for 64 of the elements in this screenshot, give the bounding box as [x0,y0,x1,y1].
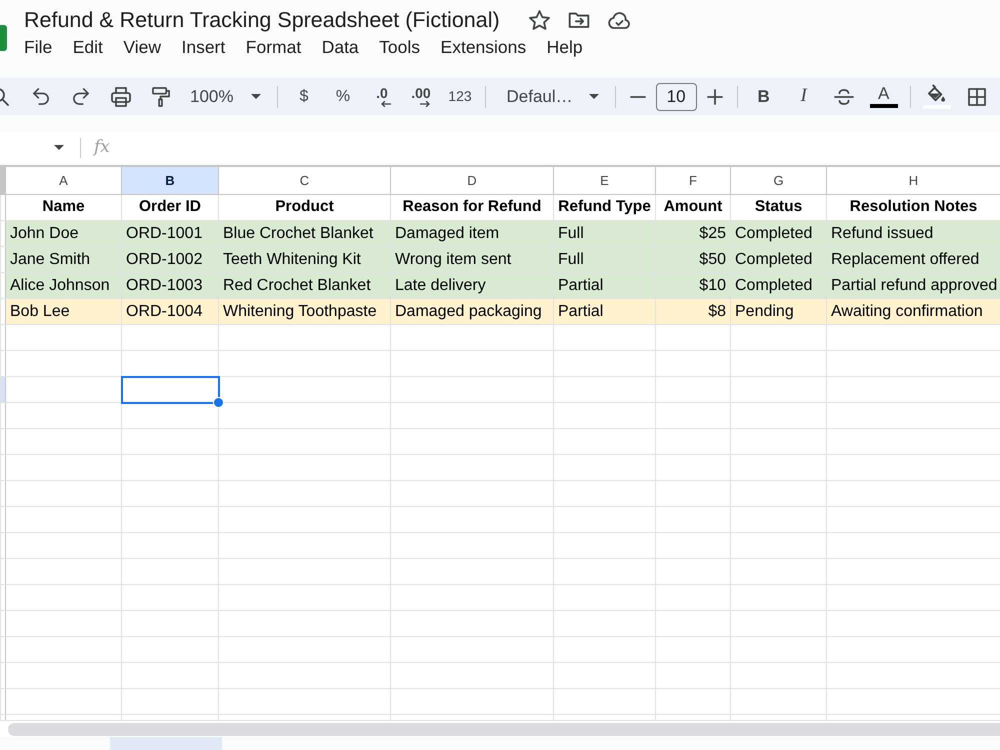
header-cell: Status [730,194,826,220]
menu-item[interactable]: File [24,36,52,58]
column-letter[interactable]: D [390,166,554,194]
table-cell: ORD-1004 [122,298,218,324]
paint-bucket-icon[interactable] [927,84,946,103]
text-color-button[interactable]: A [868,82,900,112]
table-cell: Damaged packaging [390,298,554,324]
header-cell: Resolution Notes [826,194,1000,220]
arrow-right-icon[interactable] [420,101,430,107]
format-button[interactable]: $ [288,82,320,112]
table-cell: Partial [554,298,656,324]
decrease-decimals-button[interactable]: .0 [366,82,398,112]
menu-item[interactable]: Insert [181,36,226,58]
header-cell: Amount [656,194,730,220]
print-icon[interactable] [111,86,131,106]
document-title[interactable]: Refund & Return Tracking Spreadsheet (Fictional) [24,7,500,33]
table-cell: Pending [730,298,826,324]
formula-label: fx [94,136,110,159]
column-letter[interactable]: A [6,166,122,194]
bold-button[interactable]: B [748,82,780,112]
menu-item[interactable]: Edit [72,36,103,58]
cloud-check-icon[interactable] [608,12,631,28]
arrow-left-icon[interactable] [380,101,391,107]
undo-icon[interactable] [33,88,49,105]
font-dropdown[interactable]: Defaul… [496,82,605,112]
increase-decimals-button[interactable]: .00 [405,82,436,112]
table-cell: Whitening Toothpaste [218,298,390,324]
caret-icon[interactable] [54,145,64,150]
minus-icon[interactable] [630,96,646,98]
plus-icon[interactable] [706,88,723,104]
column-letter[interactable]: B [122,166,218,194]
format-button[interactable]: % [327,82,358,112]
header-cell: Reason for Refund [390,194,554,220]
table-cell: Bob Lee [6,298,122,324]
header-cell: Refund Type [554,194,656,220]
zoom-dropdown[interactable]: 100% [181,82,268,112]
scrollbar-thumb[interactable] [8,722,1000,736]
menu-item[interactable]: Tools [379,36,420,58]
borders-icon[interactable] [968,88,986,106]
strikethrough-icon[interactable] [834,88,854,104]
header-cell: Product [218,194,390,220]
document-icon[interactable] [0,25,7,51]
caret-icon[interactable] [588,94,599,99]
fill-color-button[interactable] [920,82,953,112]
search-icon[interactable] [0,88,9,106]
menu-item[interactable]: View [123,36,161,58]
italic-button[interactable]: I [788,82,820,112]
font-size-field[interactable]: 10 [656,82,697,110]
menu-item[interactable]: Data [322,36,359,58]
menu-item[interactable]: Extensions [440,36,526,58]
format-button[interactable]: 123 [444,82,476,112]
caret-icon[interactable] [251,94,262,99]
folder-arrow-icon[interactable] [568,12,590,28]
paint-roller-icon[interactable] [152,86,170,106]
redo-icon[interactable] [73,88,89,105]
table-cell: $8 [656,298,730,324]
color-swatch-icon [870,104,898,108]
menu-item[interactable]: Format [246,36,302,58]
star-icon[interactable] [528,10,550,30]
fill-handle[interactable] [213,397,224,408]
header-cell: Order ID [122,194,218,220]
menu-item[interactable]: Help [546,36,583,58]
header-cell: Name [6,194,122,220]
column-letter[interactable]: C [218,166,390,194]
